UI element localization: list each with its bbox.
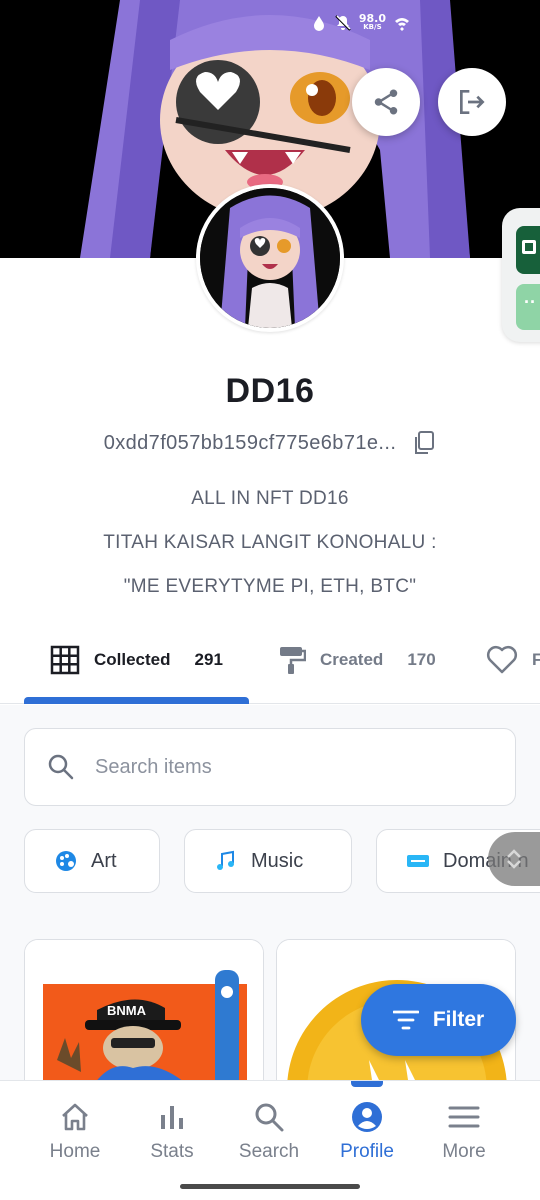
bio-line-1: ALL IN NFT DD16 (191, 488, 349, 509)
search-items-box[interactable] (24, 728, 516, 806)
search-items-input[interactable] (95, 755, 475, 779)
share-button[interactable] (352, 68, 420, 136)
domain-icon (407, 855, 429, 867)
network-speed-value: 98.0 (358, 12, 386, 25)
home-indicator (180, 1184, 360, 1189)
share-icon (374, 89, 398, 115)
nft-thumbnail-bnma: BNMA (25, 940, 263, 1098)
category-chip-art[interactable]: Art (24, 829, 160, 893)
profile-icon (352, 1102, 382, 1132)
tab-created-count: 170 (407, 650, 436, 669)
wifi-icon (395, 18, 409, 31)
tab-collected[interactable]: Collected 291 (50, 632, 223, 688)
profile-tabs: Collected 291 Created 170 F (0, 632, 540, 704)
category-chip-music[interactable]: Music (184, 829, 352, 893)
network-speed: 98.0 KB/S (358, 12, 386, 32)
nft-card[interactable]: BNMA (24, 939, 264, 1099)
tab-favorites[interactable]: F (486, 632, 540, 688)
heart-icon (486, 645, 518, 674)
art-icon (56, 851, 76, 871)
scroll-handle[interactable] (488, 832, 540, 886)
status-bar: 98.0 KB/S (311, 10, 410, 36)
copy-icon[interactable] (412, 430, 436, 456)
chevron-up-down-icon (507, 849, 521, 869)
search-icon (255, 1103, 284, 1132)
nav-home-label: Home (49, 1141, 101, 1162)
home-icon (62, 1103, 88, 1131)
paint-roller-icon (280, 647, 306, 674)
nav-profile[interactable]: Profile (317, 1101, 417, 1163)
logout-button[interactable] (438, 68, 506, 136)
svg-text:BNMA: BNMA (107, 1003, 147, 1018)
avatar-image (200, 188, 340, 328)
bio-line-3: "ME EVERYTYME PI, ETH, BTC" (123, 576, 417, 597)
grid-icon (50, 645, 80, 675)
nav-home[interactable]: Home (25, 1101, 125, 1163)
wallet-address[interactable]: 0xdd7f057bb159cf775e6b71e... (104, 432, 397, 455)
active-tab-indicator (24, 697, 249, 704)
wallet-shortcut-icon[interactable] (516, 226, 540, 274)
menu-icon (448, 1106, 480, 1128)
tab-collected-count: 291 (194, 650, 223, 669)
nav-stats[interactable]: Stats (122, 1101, 222, 1163)
nav-search-label: Search (238, 1141, 300, 1162)
tab-collected-label: Collected (94, 650, 171, 669)
nav-profile-label: Profile (340, 1141, 394, 1162)
tab-created[interactable]: Created 170 (278, 632, 436, 688)
wallet-address-row: 0xdd7f057bb159cf775e6b71e... (0, 430, 540, 456)
notifications-off-icon (335, 15, 351, 31)
tab-favorites-label: F (532, 650, 540, 669)
filter-button[interactable]: Filter (361, 984, 516, 1056)
floating-side-widget[interactable]: ·· (502, 208, 540, 342)
category-music-label: Music (251, 849, 304, 872)
avatar[interactable] (196, 184, 344, 332)
nav-search[interactable]: Search (219, 1101, 319, 1163)
network-speed-unit: KB/S (363, 23, 382, 31)
music-icon (217, 850, 234, 870)
search-icon (48, 754, 74, 780)
stats-icon (161, 1106, 183, 1129)
category-art-label: Art (91, 849, 117, 872)
bottom-navigation: Home Stats Search Profile More (0, 1080, 540, 1200)
filter-icon (392, 1010, 419, 1030)
filter-label: Filter (432, 1008, 485, 1031)
bio-line-2: TITAH KAISAR LANGIT KONOHALU : (103, 532, 437, 553)
tab-created-label: Created (320, 650, 384, 669)
nav-more-label: More (442, 1141, 486, 1162)
logout-icon (460, 90, 485, 114)
nav-stats-label: Stats (150, 1141, 194, 1162)
nav-active-indicator (351, 1081, 383, 1087)
profile-username: DD16 (225, 372, 315, 410)
more-shortcut-icon[interactable]: ·· (516, 284, 540, 330)
nav-more[interactable]: More (414, 1101, 514, 1163)
data-saver-icon (313, 16, 324, 31)
